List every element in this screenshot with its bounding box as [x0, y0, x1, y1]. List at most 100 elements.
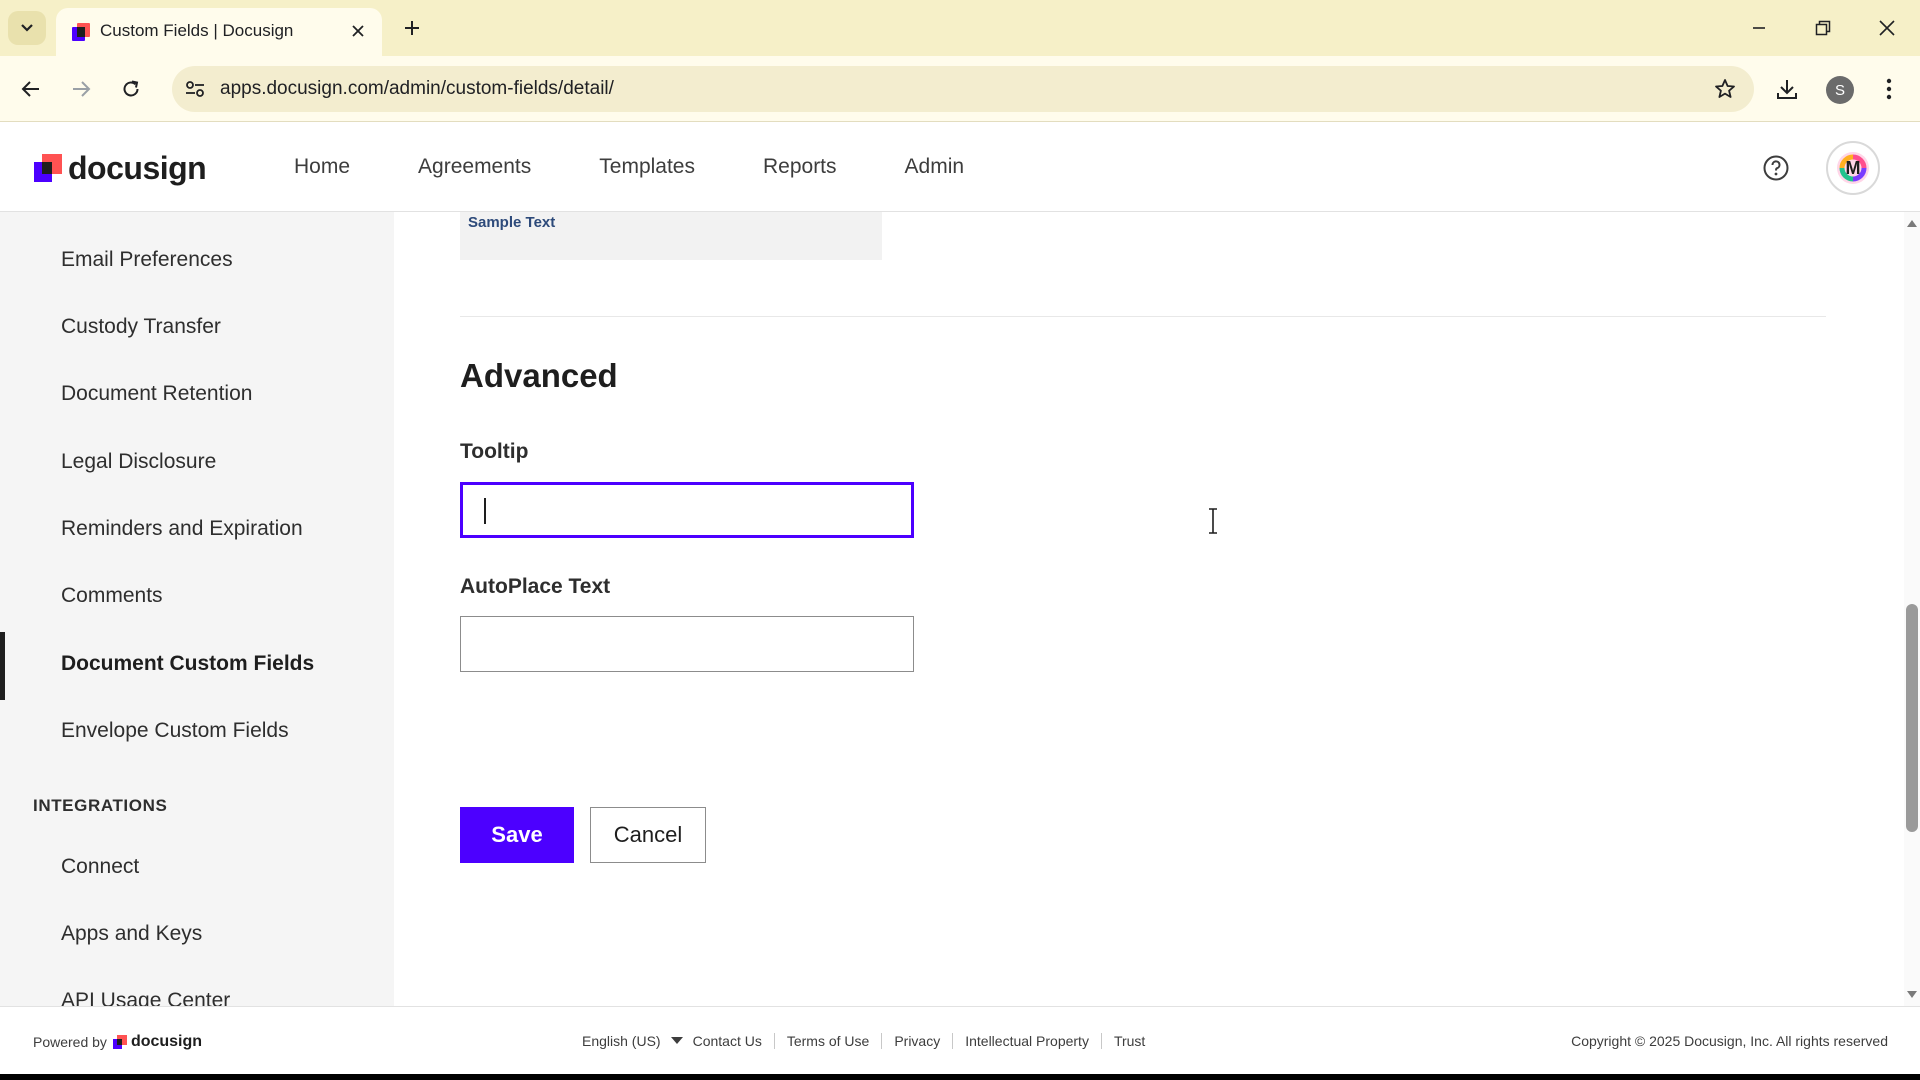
user-avatar[interactable]: M — [1826, 141, 1880, 195]
sidebar-item-reminders-expiration[interactable]: Reminders and Expiration — [61, 517, 303, 541]
downloads-button[interactable] — [1770, 72, 1804, 106]
sidebar-item-comments[interactable]: Comments — [61, 584, 163, 608]
sample-text: Sample Text — [468, 214, 556, 231]
top-nav: Home Agreements Templates Reports Admin — [294, 122, 1032, 212]
tab-search-button[interactable] — [8, 11, 46, 45]
main-content: Sample Text Advanced Tooltip AutoPlace T… — [394, 212, 1904, 1006]
sidebar-item-custody-transfer[interactable]: Custody Transfer — [61, 315, 221, 339]
footer-link-trust[interactable]: Trust — [1114, 1033, 1145, 1049]
cancel-button[interactable]: Cancel — [590, 807, 706, 863]
profile-button[interactable]: S — [1826, 76, 1854, 104]
browser-tab-active[interactable]: Custom Fields | Docusign — [56, 8, 382, 56]
reload-button[interactable] — [114, 72, 148, 106]
footer-link-terms-of-use[interactable]: Terms of Use — [787, 1033, 869, 1049]
copyright-text: Copyright © 2025 Docusign, Inc. All righ… — [1571, 1033, 1888, 1049]
save-button[interactable]: Save — [460, 807, 574, 863]
section-divider — [460, 316, 1826, 317]
new-tab-button[interactable] — [398, 14, 426, 42]
footer-link-intellectual-property[interactable]: Intellectual Property — [965, 1033, 1089, 1049]
address-bar[interactable]: apps.docusign.com/admin/custom-fields/de… — [172, 66, 1754, 112]
language-label: English (US) — [582, 1033, 661, 1049]
tooltip-label: Tooltip — [460, 440, 529, 463]
more-vertical-icon — [1886, 78, 1892, 100]
section-title-advanced: Advanced — [460, 357, 618, 394]
site-info-button[interactable] — [180, 74, 210, 104]
powered-by-text: Powered by — [33, 1034, 107, 1050]
sidebar-item-connect[interactable]: Connect — [61, 855, 139, 879]
plus-icon — [405, 21, 419, 35]
screen-bottom-edge — [0, 1074, 1920, 1080]
arrow-right-icon — [73, 81, 91, 97]
minimize-icon — [1753, 27, 1765, 29]
tooltip-input[interactable] — [460, 482, 914, 538]
page-footer: Powered by docusign English (US) Contact… — [0, 1006, 1920, 1074]
nav-reports[interactable]: Reports — [763, 155, 837, 179]
nav-templates[interactable]: Templates — [599, 155, 695, 179]
avatar-initial: M — [1845, 157, 1861, 178]
footer-separator — [881, 1033, 883, 1049]
sidebar-item-envelope-custom-fields[interactable]: Envelope Custom Fields — [61, 719, 289, 743]
footer-separator — [952, 1033, 954, 1049]
tune-icon — [186, 81, 204, 97]
close-window-button[interactable] — [1870, 12, 1904, 44]
tab-title: Custom Fields | Docusign — [100, 21, 294, 40]
footer-separator — [773, 1033, 775, 1049]
app-header: docusign Home Agreements Templates Repor… — [0, 122, 1920, 212]
sidebar-item-document-retention[interactable]: Document Retention — [61, 382, 252, 406]
nav-agreements[interactable]: Agreements — [418, 155, 531, 179]
powered-by-brand: docusign — [130, 1033, 203, 1050]
tab-close-button[interactable] — [346, 19, 370, 43]
caret-down-icon — [670, 1037, 683, 1044]
browser-toolbar: apps.docusign.com/admin/custom-fields/de… — [0, 56, 1920, 122]
active-indicator — [0, 632, 5, 700]
star-icon — [1715, 79, 1735, 98]
footer-separator — [1100, 1033, 1102, 1049]
docusign-favicon-icon — [72, 23, 90, 41]
forward-button[interactable] — [64, 72, 98, 106]
caret-down-icon — [1907, 991, 1917, 998]
minimize-button[interactable] — [1742, 12, 1776, 44]
text-caret — [484, 498, 486, 524]
nav-home[interactable]: Home — [294, 155, 350, 179]
sidebar-item-document-custom-fields[interactable]: Document Custom Fields — [61, 652, 314, 676]
url-text[interactable]: apps.docusign.com/admin/custom-fields/de… — [220, 78, 614, 100]
sidebar-item-email-preferences[interactable]: Email Preferences — [61, 248, 233, 272]
restore-button[interactable] — [1806, 12, 1840, 44]
nav-admin[interactable]: Admin — [905, 155, 965, 179]
scroll-up-button[interactable] — [1907, 218, 1917, 228]
footer-link-privacy[interactable]: Privacy — [894, 1033, 940, 1049]
sidebar-item-api-usage-center[interactable]: API Usage Center — [61, 989, 230, 1006]
text-cursor-icon — [1209, 508, 1217, 534]
browser-tab-strip: Custom Fields | Docusign — [0, 0, 1920, 56]
page-scrollbar[interactable] — [1904, 212, 1920, 1006]
chevron-down-icon — [21, 24, 33, 32]
help-icon[interactable] — [1762, 154, 1790, 182]
sidebar-item-apps-and-keys[interactable]: Apps and Keys — [61, 922, 202, 946]
close-icon — [1879, 20, 1895, 36]
reload-icon — [123, 80, 139, 97]
admin-sidebar: Email Preferences Custody Transfer Docum… — [0, 212, 394, 1006]
docusign-logo-icon — [112, 1035, 127, 1049]
docusign-logo[interactable]: docusign — [34, 149, 207, 186]
arrow-left-icon — [21, 81, 39, 97]
restore-icon — [1815, 20, 1831, 36]
sidebar-heading-integrations: INTEGRATIONS — [33, 796, 168, 815]
footer-link-contact-us[interactable]: Contact Us — [693, 1033, 762, 1049]
logo-text: docusign — [68, 149, 207, 186]
autoplace-text-label: AutoPlace Text — [460, 575, 611, 598]
back-button[interactable] — [14, 72, 48, 106]
caret-up-icon — [1907, 220, 1917, 227]
powered-by: Powered by docusign — [33, 1033, 202, 1051]
footer-links: English (US) Contact Us Terms of Use Pri… — [582, 1033, 1145, 1049]
browser-menu-button[interactable] — [1872, 72, 1906, 106]
sidebar-item-legal-disclosure[interactable]: Legal Disclosure — [61, 450, 216, 474]
docusign-logo-icon — [34, 154, 62, 182]
language-selector[interactable]: English (US) — [582, 1033, 683, 1049]
scroll-thumb[interactable] — [1906, 604, 1918, 832]
sample-preview: Sample Text — [460, 212, 882, 260]
autoplace-text-input[interactable] — [460, 616, 914, 672]
close-icon — [352, 25, 364, 37]
bookmark-button[interactable] — [1710, 74, 1740, 104]
scroll-down-button[interactable] — [1907, 990, 1917, 1000]
download-icon — [1777, 80, 1797, 99]
